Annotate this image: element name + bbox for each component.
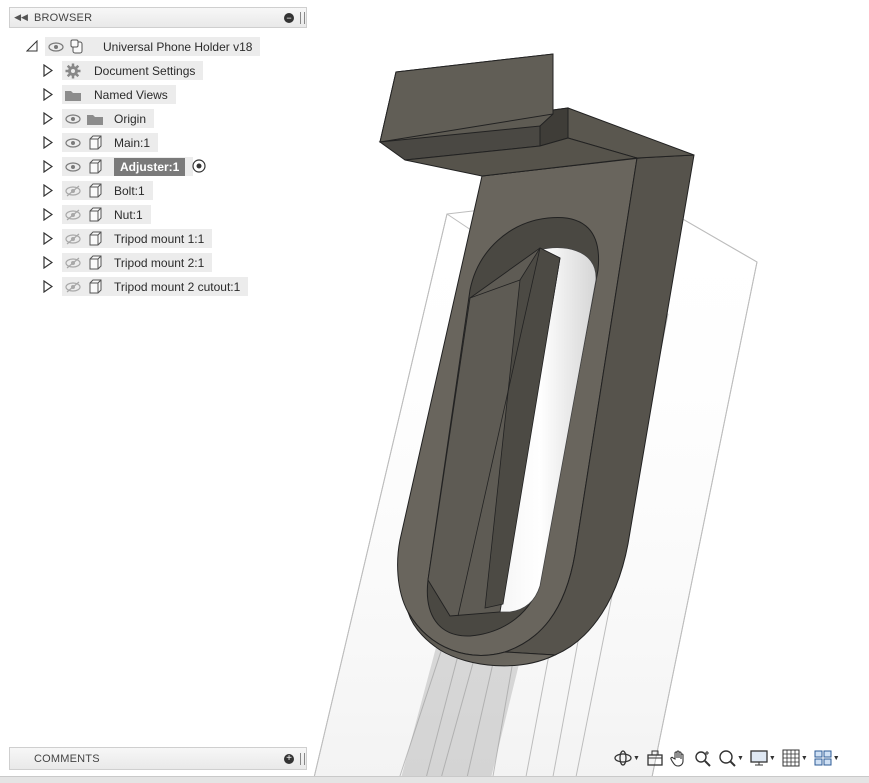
display-icon <box>750 750 768 766</box>
expand-5-icon[interactable] <box>42 159 54 173</box>
component-icon <box>84 157 106 176</box>
component-icon <box>84 205 106 224</box>
browser-item-label: Main:1 <box>114 135 151 150</box>
hand-icon <box>670 750 684 767</box>
browser-title: BROWSER <box>34 11 93 24</box>
comments-title: COMMENTS <box>34 752 100 765</box>
pan-button[interactable] <box>668 747 690 769</box>
comments-panel[interactable]: COMMENTS + <box>9 747 307 770</box>
browser-item-label: Tripod mount 2 cutout:1 <box>114 279 241 294</box>
component-icon <box>84 277 106 296</box>
browser-panel-header: ◀◀ BROWSER − <box>9 7 307 28</box>
hidden-eye-icon[interactable] <box>62 277 84 296</box>
hidden-eye-icon[interactable] <box>62 253 84 272</box>
navigation-toolbar: ▼ ▼ ▼ ▼ ▼ <box>612 745 858 771</box>
fit-button[interactable]: ▼ <box>716 747 746 769</box>
expand-9-icon[interactable] <box>42 255 54 269</box>
expand-2-icon[interactable] <box>42 87 54 101</box>
folder-icon <box>62 85 84 104</box>
look-at-icon <box>647 750 663 766</box>
browser-item-label: Bolt:1 <box>114 183 145 198</box>
visibility-eye-icon[interactable] <box>62 157 84 176</box>
gear-icon <box>62 61 84 80</box>
expand-1-icon[interactable] <box>42 63 54 77</box>
browser-resize-handle[interactable] <box>300 11 305 24</box>
zoom-icon <box>695 751 711 767</box>
browser-item[interactable]: Document Settings <box>62 61 204 80</box>
expand-4-icon[interactable] <box>42 135 54 149</box>
browser-item-label: Adjuster:1 <box>114 157 186 176</box>
tree-root[interactable]: Universal Phone Holder v18 <box>45 37 261 56</box>
collapse-browser-icon[interactable]: ◀◀ <box>12 12 30 23</box>
component-icon <box>84 253 106 272</box>
chevron-down-icon: ▼ <box>736 754 744 762</box>
browser-item[interactable]: Named Views <box>62 85 176 104</box>
chevron-down-icon: ▼ <box>633 754 640 762</box>
browser-item-label: Tripod mount 1:1 <box>114 231 205 246</box>
look-at-button[interactable] <box>644 747 666 769</box>
grid-settings-button[interactable]: ▼ <box>780 747 810 769</box>
browser-item[interactable]: Main:1 <box>62 133 159 152</box>
folder-icon <box>84 109 106 128</box>
viewports-icon <box>814 750 832 766</box>
orbit-button[interactable]: ▼ <box>612 747 642 769</box>
visibility-eye-icon[interactable] <box>45 37 67 56</box>
browser-item-label: Document Settings <box>94 63 196 78</box>
component-icon <box>84 133 106 152</box>
browser-item[interactable]: Tripod mount 2:1 <box>62 253 213 272</box>
collapse-root-icon[interactable] <box>26 39 38 53</box>
chevron-down-icon: ▼ <box>768 754 776 762</box>
hidden-eye-icon[interactable] <box>62 205 84 224</box>
zoom-button[interactable] <box>692 747 714 769</box>
browser-item-label: Nut:1 <box>114 207 143 222</box>
display-settings-button[interactable]: ▼ <box>748 747 778 769</box>
expand-6-icon[interactable] <box>42 183 54 197</box>
root-label: Universal Phone Holder v18 <box>103 39 253 54</box>
add-comment-button[interactable]: + <box>284 753 294 764</box>
component-icon <box>84 229 106 248</box>
browser-item[interactable]: Bolt:1 <box>62 181 153 200</box>
viewports-button[interactable]: ▼ <box>812 747 842 769</box>
activate-component-icon[interactable] <box>192 159 206 173</box>
orbit-icon <box>614 750 632 766</box>
comments-resize-handle[interactable] <box>300 752 305 765</box>
browser-item[interactable]: Adjuster:1 <box>62 157 194 176</box>
browser-item-label: Tripod mount 2:1 <box>114 255 205 270</box>
expand-7-icon[interactable] <box>42 207 54 221</box>
visibility-eye-icon[interactable] <box>62 109 84 128</box>
browser-item-label: Named Views <box>94 87 168 102</box>
hidden-eye-icon[interactable] <box>62 229 84 248</box>
browser-item[interactable]: Tripod mount 1:1 <box>62 229 213 248</box>
chevron-down-icon: ▼ <box>832 754 840 762</box>
hidden-eye-icon[interactable] <box>62 181 84 200</box>
zoom-window-icon <box>719 750 736 767</box>
minimize-browser-button[interactable]: − <box>284 12 294 23</box>
expand-10-icon[interactable] <box>42 279 54 293</box>
visibility-eye-icon[interactable] <box>62 133 84 152</box>
browser-item[interactable]: Nut:1 <box>62 205 151 224</box>
assembly-icon <box>67 37 89 56</box>
browser-item[interactable]: Tripod mount 2 cutout:1 <box>62 277 249 296</box>
component-icon <box>84 181 106 200</box>
browser-item[interactable]: Origin <box>62 109 155 128</box>
chevron-down-icon: ▼ <box>800 754 808 762</box>
grid-icon <box>782 749 800 767</box>
expand-8-icon[interactable] <box>42 231 54 245</box>
browser-item-label: Origin <box>114 111 147 126</box>
expand-3-icon[interactable] <box>42 111 54 125</box>
